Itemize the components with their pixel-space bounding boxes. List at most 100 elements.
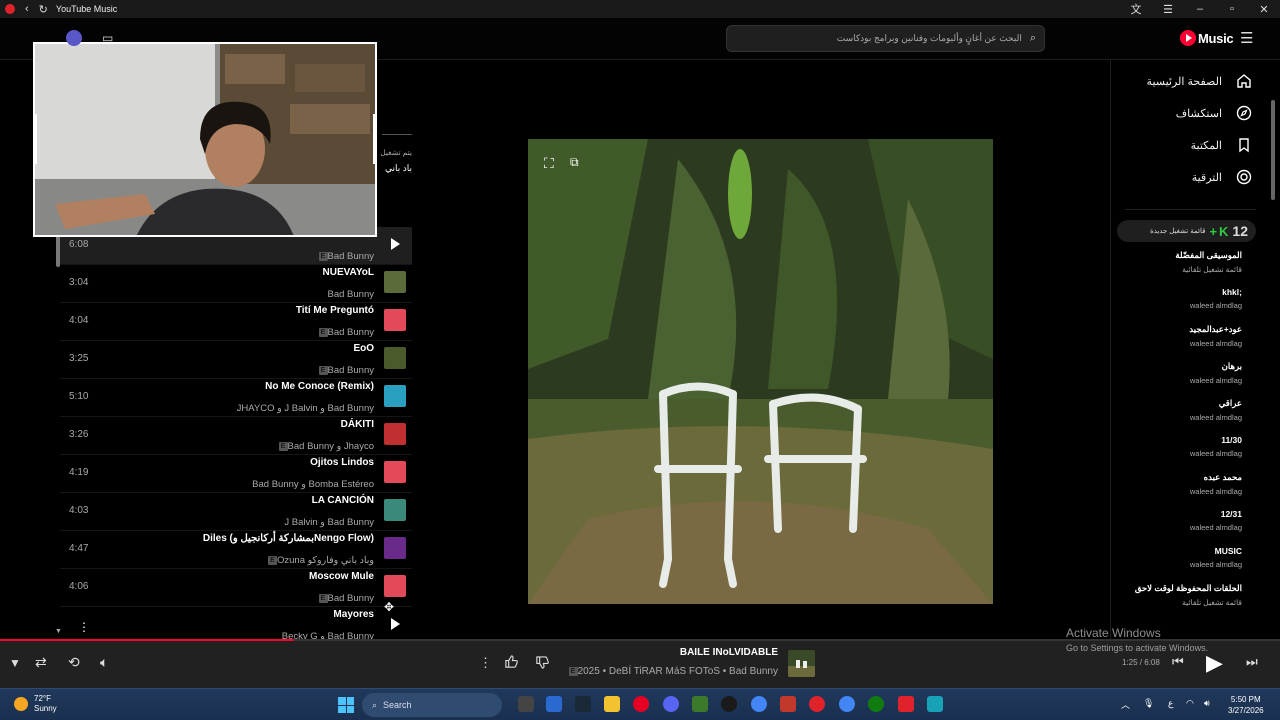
- start-button[interactable]: [338, 697, 354, 713]
- queue-row-thumbnail: [384, 537, 406, 559]
- explicit-badge: E: [318, 366, 328, 375]
- pip-resize-handle-left[interactable]: [35, 114, 37, 164]
- thumbs-up-icon[interactable]: [504, 654, 519, 672]
- now-playing-title[interactable]: BAILE INoLVIDABLE: [680, 647, 778, 658]
- play-icon[interactable]: [384, 613, 406, 635]
- now-playing-meta[interactable]: E 2025 • DeBÍ TiRAR MáS FOToS • Bad Bunn…: [565, 666, 778, 677]
- explicit-badge: E: [278, 442, 288, 451]
- sidebar-item-library[interactable]: المكتبة: [1111, 129, 1270, 161]
- queue-row[interactable]: 4:03 LA CANCIÓN J Balvin و Bad Bunny: [60, 493, 412, 531]
- search-input[interactable]: ⌕ البحث عن أغانٍ وألبومات وفنانين وبرامج…: [726, 25, 1045, 52]
- chrome-icon[interactable]: [751, 696, 767, 712]
- app-icon-active[interactable]: [780, 696, 796, 712]
- playlist-title: 12/31: [1220, 509, 1242, 519]
- wifi-icon[interactable]: ◠: [1186, 698, 1194, 709]
- queue-row[interactable]: 3:04 NUEVAYoL Bad Bunny: [60, 265, 412, 303]
- play-icon[interactable]: ▶: [1206, 650, 1223, 676]
- sidebar-playlist-item[interactable]: ;khkl waleed almdlag: [1111, 287, 1270, 317]
- discord-icon[interactable]: [663, 696, 679, 712]
- queue-row[interactable]: 3:26 DÁKITI E Bad Bunny و Jhayco: [60, 417, 412, 455]
- sidebar-playlist-item[interactable]: 11/30 waleed almdlag: [1111, 435, 1270, 465]
- expand-down-icon[interactable]: ▼: [9, 656, 21, 670]
- store-icon[interactable]: [927, 696, 943, 712]
- queue-row-artist: E Bad Bunny: [315, 327, 374, 338]
- search-placeholder: البحث عن أغانٍ وألبومات وفنانين وبرامج ب…: [836, 33, 1022, 43]
- queue-row-artist-text: Bad Bunny: [327, 251, 374, 262]
- minimize-button[interactable]: –: [1184, 3, 1216, 15]
- sidebar-item-explore[interactable]: استكشاف: [1111, 97, 1270, 129]
- sidebar-item-upgrade[interactable]: الترقية: [1111, 161, 1270, 193]
- reload-icon[interactable]: ↻: [39, 3, 48, 16]
- queue-row[interactable]: 4:47 Diles (بمشاركة أركانجيل وNengo Flow…: [60, 531, 412, 569]
- youtube-icon[interactable]: [898, 696, 914, 712]
- pip-resize-handle-right[interactable]: [373, 114, 375, 164]
- youtube-play-icon: [1180, 30, 1196, 46]
- chrome-profile-icon[interactable]: [839, 696, 855, 712]
- new-playlist-button[interactable]: 12 K + قائمة تشغيل جديدة: [1117, 220, 1256, 242]
- sidebar-divider: [1125, 209, 1256, 210]
- taskbar-clock[interactable]: 5:50 PM 3/27/2026: [1228, 694, 1264, 716]
- speaker-icon[interactable]: 🔊︎: [1204, 698, 1210, 709]
- sidebar-playlist-item[interactable]: 12/31 waleed almdlag: [1111, 509, 1270, 539]
- menu-icon[interactable]: ☰: [1152, 3, 1184, 16]
- playlist-subtitle: waleed almdlag: [1189, 487, 1242, 496]
- sidebar-playlist-item[interactable]: محمد عبده waleed almdlag: [1111, 472, 1270, 502]
- chevron-down-icon[interactable]: ▼: [55, 628, 62, 635]
- shuffle-icon[interactable]: ⇄: [35, 654, 47, 671]
- hamburger-menu-icon[interactable]: ☰: [1240, 29, 1253, 47]
- sidebar-scrollbar[interactable]: [1271, 100, 1275, 200]
- picture-in-picture-video[interactable]: [33, 42, 377, 237]
- steam-icon[interactable]: [575, 696, 591, 712]
- fullscreen-icon[interactable]: ⛶: [544, 155, 554, 172]
- tray-chevron-icon[interactable]: ︿: [1121, 698, 1130, 711]
- queue-row-artist-text: Bad Bunny و Jhayco: [287, 441, 374, 452]
- widgets-icon[interactable]: [546, 696, 562, 712]
- next-track-icon[interactable]: ⏭︎: [1246, 654, 1258, 670]
- move-cursor-icon: ✥: [384, 600, 395, 614]
- more-options-icon[interactable]: ⋮: [78, 620, 90, 634]
- k-logo-icon: K: [1219, 223, 1229, 239]
- sidebar-playlist-item[interactable]: MUSIC waleed almdlag: [1111, 546, 1270, 576]
- file-explorer-icon[interactable]: [604, 696, 620, 712]
- game-app-icon[interactable]: [692, 696, 708, 712]
- taskbar-search[interactable]: ⌕ Search: [362, 693, 502, 717]
- more-options-icon[interactable]: ⋮: [479, 655, 492, 671]
- task-view-icon[interactable]: [518, 696, 534, 712]
- sidebar-playlist-item[interactable]: عراقي waleed almdlag: [1111, 398, 1270, 428]
- cast-icon[interactable]: ▭: [102, 31, 113, 45]
- weather-widget[interactable]: 72°F Sunny: [14, 694, 57, 714]
- language-indicator[interactable]: ع: [1168, 698, 1173, 709]
- xbox-icon[interactable]: [868, 696, 884, 712]
- playlist-title: محمد عبده: [1203, 472, 1242, 482]
- back-arrow-icon[interactable]: ‹: [25, 3, 29, 15]
- queue-row[interactable]: 4:04 Tití Me Preguntó E Bad Bunny: [60, 303, 412, 341]
- explicit-badge: E: [318, 328, 328, 337]
- sidebar-item-home[interactable]: الصفحة الرئيسية: [1111, 65, 1270, 97]
- youtube-music-logo[interactable]: Music: [1180, 30, 1234, 46]
- miniplayer-icon[interactable]: ⧉: [570, 155, 579, 170]
- sidebar-playlist-item[interactable]: الموسيقى المفضّلة قائمة تشغيل تلقائية: [1111, 250, 1270, 280]
- media-app-icon[interactable]: [721, 696, 737, 712]
- sidebar-playlist-item[interactable]: الحلقات المحفوظة لوقت لاحق قائمة تشغيل ت…: [1111, 583, 1270, 613]
- close-button[interactable]: ✕: [1248, 3, 1280, 16]
- queue-row[interactable]: 4:06 Moscow Mule E Bad Bunny: [60, 569, 412, 607]
- now-playing-thumbnail[interactable]: [788, 650, 815, 677]
- queue-row-title: EoO: [353, 343, 374, 354]
- previous-track-icon[interactable]: ⏮︎: [1172, 654, 1184, 670]
- maximize-button[interactable]: ▫: [1216, 3, 1248, 15]
- avatar[interactable]: [66, 30, 82, 46]
- queue-row[interactable]: 5:10 No Me Conoce (Remix) JHAYCO و J Bal…: [60, 379, 412, 417]
- playlist-subtitle: waleed almdlag: [1189, 376, 1242, 385]
- translate-icon[interactable]: 文: [1120, 1, 1152, 17]
- play-icon[interactable]: [384, 233, 406, 255]
- queue-row[interactable]: 4:19 Ojitos Lindos Bad Bunny و Bomba Est…: [60, 455, 412, 493]
- queue-row[interactable]: 3:25 EoO E Bad Bunny: [60, 341, 412, 379]
- thumbs-down-icon[interactable]: [535, 655, 550, 673]
- microphone-icon[interactable]: 🎙︎: [1143, 698, 1154, 709]
- sidebar-playlist-item[interactable]: عود+عبدالمجيد waleed almdlag: [1111, 324, 1270, 354]
- volume-icon[interactable]: 🔈︎: [100, 654, 108, 671]
- sidebar-playlist-item[interactable]: برهان waleed almdlag: [1111, 361, 1270, 391]
- pinterest-icon[interactable]: [633, 696, 649, 712]
- youtube-music-taskbar-icon[interactable]: [809, 696, 825, 712]
- repeat-icon[interactable]: ⟲: [68, 654, 80, 671]
